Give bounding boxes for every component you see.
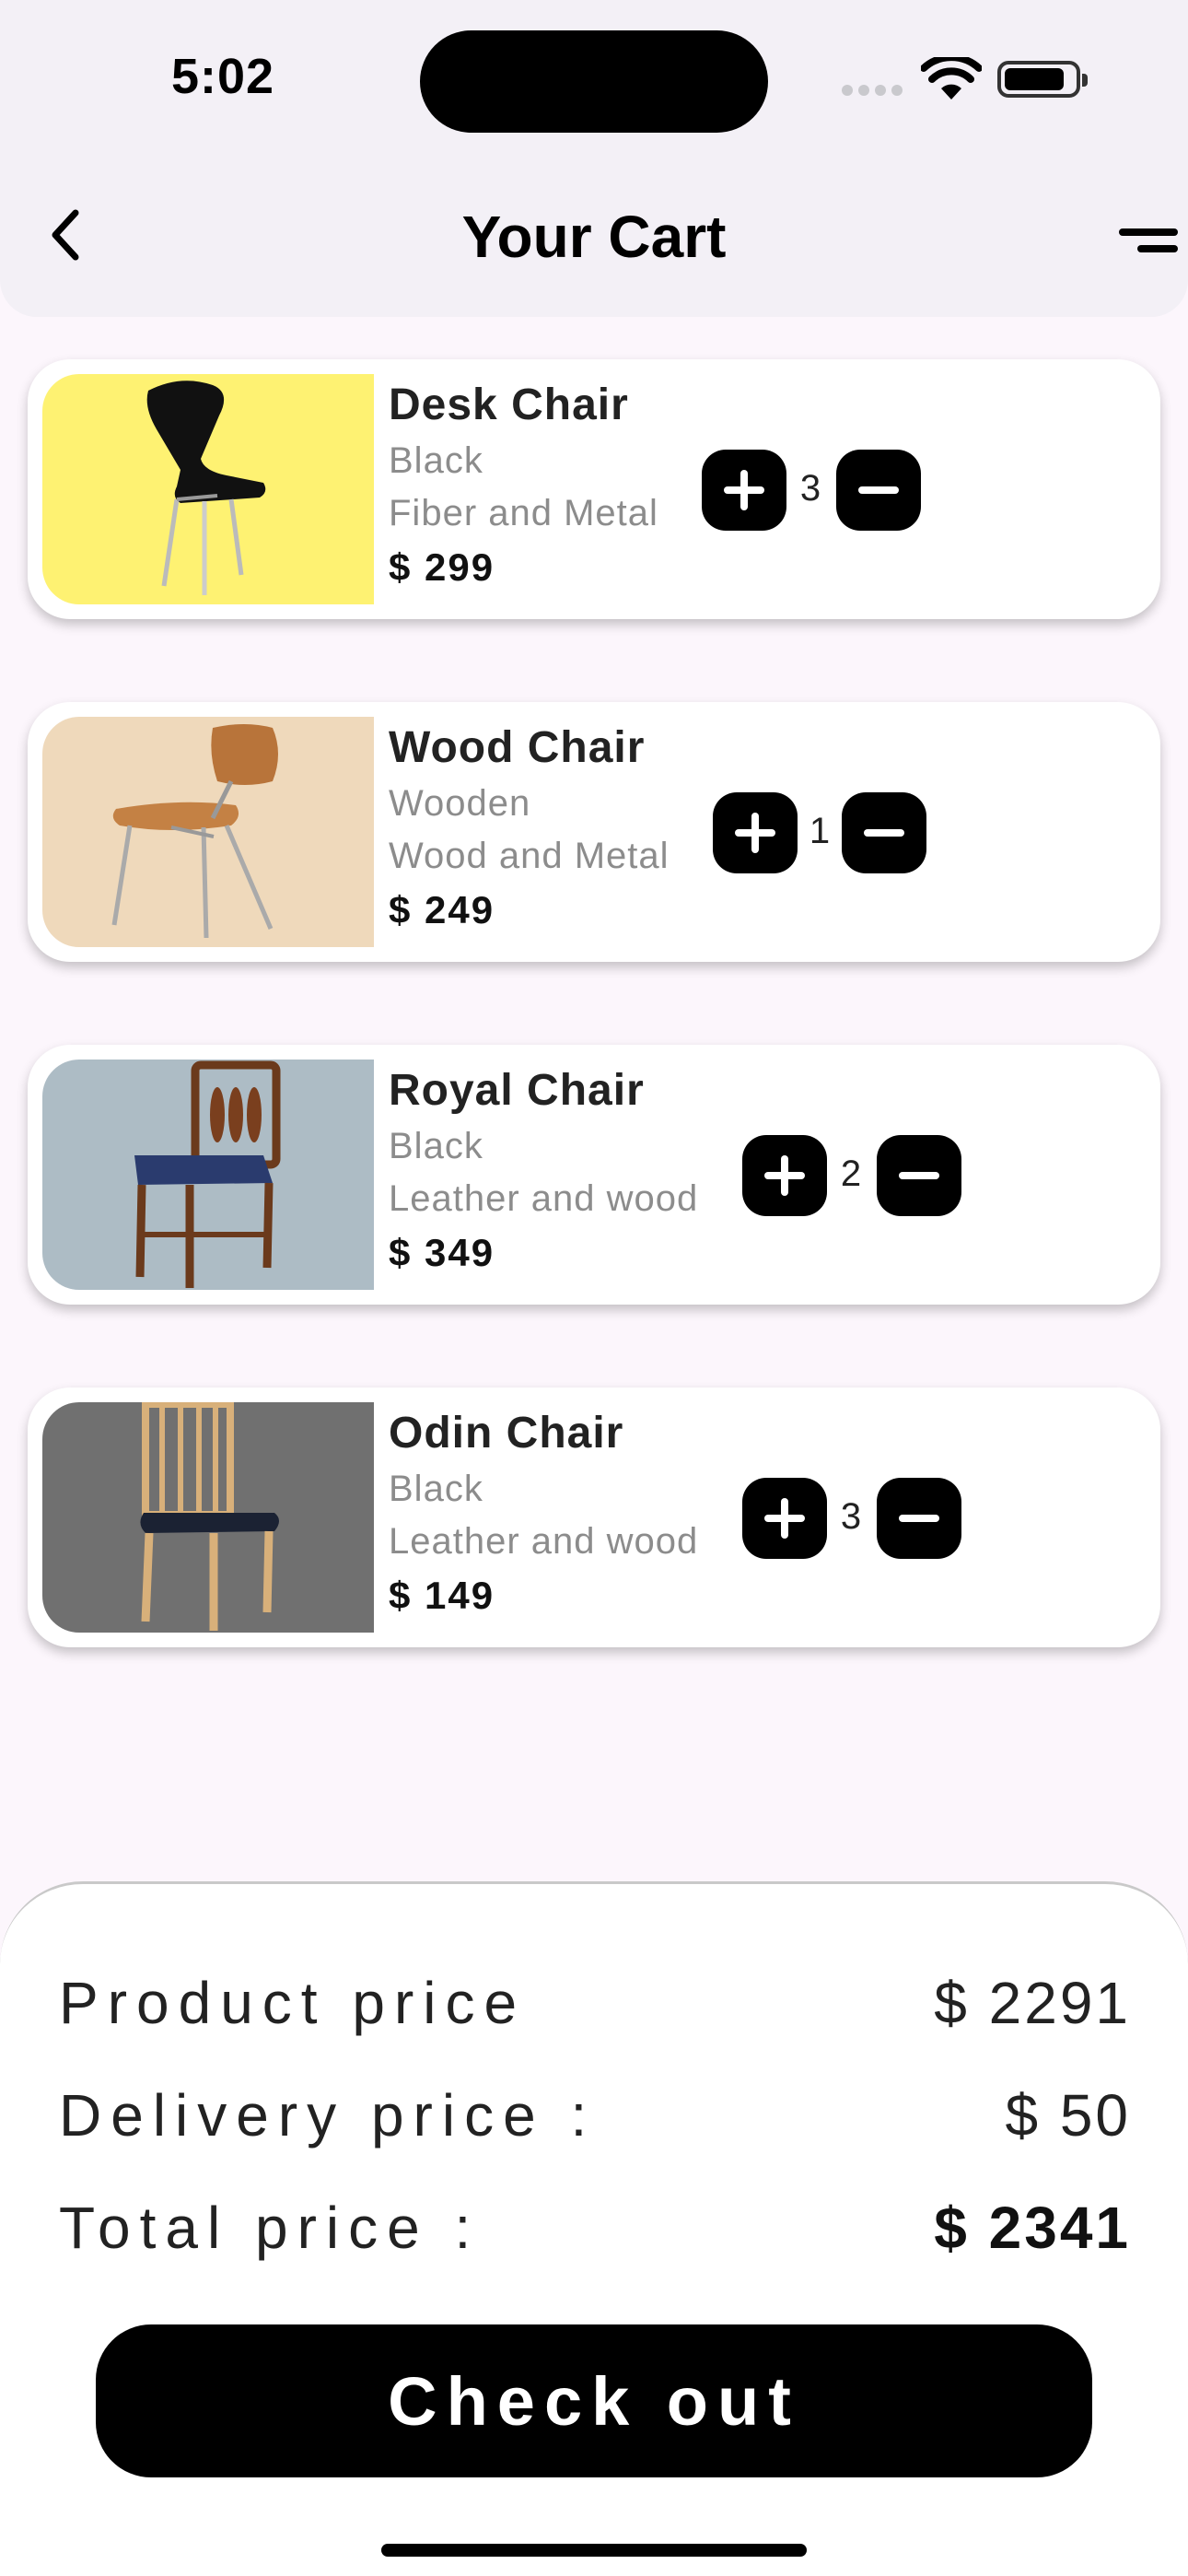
item-price: $ 149 xyxy=(389,1574,495,1617)
dynamic-island xyxy=(420,30,768,133)
item-material: Leather and wood xyxy=(389,1521,699,1562)
menu-icon[interactable] xyxy=(1119,228,1178,256)
increase-quantity-button[interactable] xyxy=(742,1135,827,1216)
item-quantity: 3 xyxy=(840,1496,862,1537)
delivery-price-label: Delivery price : xyxy=(59,2082,597,2149)
increase-quantity-button[interactable] xyxy=(742,1478,827,1559)
checkout-button[interactable]: Check out xyxy=(96,2324,1092,2477)
decrease-quantity-button[interactable] xyxy=(877,1135,961,1216)
item-price: $ 349 xyxy=(389,1231,495,1274)
item-color: Wooden xyxy=(389,783,531,824)
battery-icon xyxy=(997,61,1088,98)
cart-item: Royal Chair Black Leather and wood $ 349… xyxy=(28,1045,1160,1305)
cart-item: Wood Chair Wooden Wood and Metal $ 249 1 xyxy=(28,702,1160,962)
app-header: Your Cart xyxy=(0,157,1188,317)
decrease-quantity-button[interactable] xyxy=(836,450,921,531)
item-price: $ 299 xyxy=(389,545,495,589)
increase-quantity-button[interactable] xyxy=(702,450,786,531)
item-material: Leather and wood xyxy=(389,1178,699,1219)
odin-chair-image xyxy=(42,1402,374,1633)
item-material: Wood and Metal xyxy=(389,836,670,876)
item-name: Wood Chair xyxy=(389,723,646,772)
increase-quantity-button[interactable] xyxy=(713,792,798,873)
page-title: Your Cart xyxy=(461,204,727,270)
status-bar: 5:02 xyxy=(0,0,1188,157)
item-quantity: 1 xyxy=(809,811,831,851)
royal-chair-image xyxy=(42,1060,374,1290)
cellular-signal-icon xyxy=(842,85,908,96)
total-price-label: Total price : xyxy=(59,2195,481,2261)
status-time: 5:02 xyxy=(171,49,275,104)
cart-item: Desk Chair Black Fiber and Metal $ 299 3 xyxy=(28,359,1160,619)
order-summary: Product price $ 2291 Delivery price : $ … xyxy=(0,1881,1188,2576)
item-name: Royal Chair xyxy=(389,1066,645,1115)
item-quantity: 3 xyxy=(799,468,821,509)
cart-item: Odin Chair Black Leather and wood $ 149 … xyxy=(28,1388,1160,1647)
item-price: $ 249 xyxy=(389,888,495,931)
product-price-label: Product price xyxy=(59,1970,527,2036)
delivery-price-value: $ 50 xyxy=(1005,2082,1131,2149)
decrease-quantity-button[interactable] xyxy=(842,792,926,873)
desk-chair-image xyxy=(42,374,374,604)
decrease-quantity-button[interactable] xyxy=(877,1478,961,1559)
wood-chair-image xyxy=(42,717,374,947)
item-color: Black xyxy=(389,1126,483,1166)
product-price-value: $ 2291 xyxy=(934,1970,1131,2036)
item-material: Fiber and Metal xyxy=(389,493,658,533)
wifi-icon xyxy=(921,57,982,100)
total-price-value: $ 2341 xyxy=(934,2195,1131,2261)
home-indicator xyxy=(381,2544,807,2557)
item-name: Odin Chair xyxy=(389,1409,624,1458)
item-name: Desk Chair xyxy=(389,381,629,429)
item-color: Black xyxy=(389,1469,483,1509)
item-quantity: 2 xyxy=(840,1153,862,1194)
item-color: Black xyxy=(389,440,483,481)
